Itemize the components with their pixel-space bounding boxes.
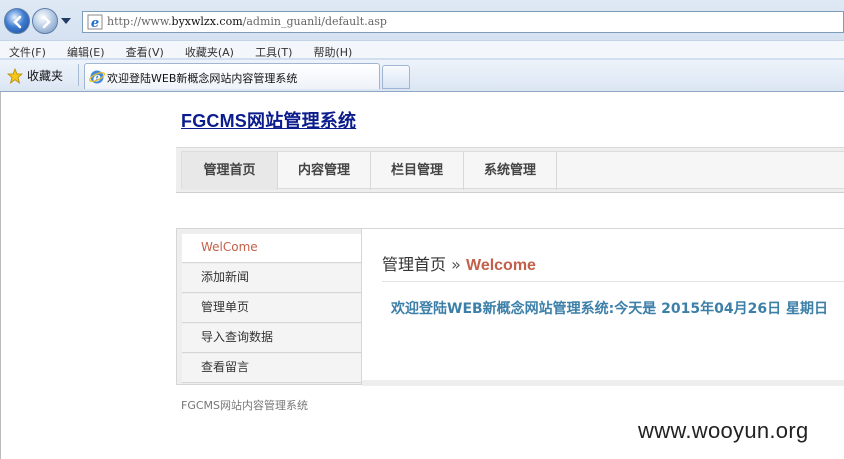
browser-tab[interactable]: e 欢迎登陆WEB新概念网站内容管理系统: [84, 63, 380, 89]
menu-file[interactable]: 文件(F): [0, 42, 53, 60]
sidebar-item-add-news[interactable]: 添加新闻: [182, 264, 362, 293]
history-dropdown-icon[interactable]: [61, 18, 71, 24]
sidebar-menu: WelCome 添加新闻 管理单页 导入查询数据 查看留言: [176, 228, 362, 385]
nav-home[interactable]: 管理首页: [182, 152, 278, 190]
address-url[interactable]: http://www.byxwlzx.com/admin_guanli/defa…: [107, 15, 387, 28]
welcome-message: 欢迎登陆WEB新概念网站管理系统:今天是 2015年04月26日 星期日: [391, 301, 828, 317]
favorites-star-icon[interactable]: [7, 68, 23, 84]
menu-favorites[interactable]: 收藏夹(A): [176, 42, 241, 60]
ie-page-icon: e: [87, 14, 103, 30]
top-navigation: 管理首页 内容管理 栏目管理 系统管理: [176, 147, 844, 193]
forward-arrow-icon: [42, 15, 51, 29]
main-panel-body: 管理首页 » Welcome 欢迎登陆WEB新概念网站管理系统:今天是 2015…: [362, 229, 844, 380]
menu-edit[interactable]: 编辑(E): [58, 42, 112, 60]
breadcrumb-current: Welcome: [466, 257, 536, 274]
menu-tools[interactable]: 工具(T): [246, 42, 299, 60]
breadcrumb-home: 管理首页: [382, 255, 447, 274]
site-title-link[interactable]: FGCMS网站管理系统: [181, 107, 356, 133]
browser-nav-row: e http://www.byxwlzx.com/admin_guanli/de…: [0, 4, 844, 38]
menu-view[interactable]: 查看(V): [117, 42, 171, 60]
sidebar-item-view-messages[interactable]: 查看留言: [182, 354, 362, 383]
favorites-label[interactable]: 收藏夹: [27, 67, 63, 84]
breadcrumb: 管理首页 » Welcome: [382, 251, 536, 275]
nav-content[interactable]: 内容管理: [278, 152, 371, 190]
watermark: www.wooyun.org: [638, 418, 809, 443]
ie-tab-icon: e: [89, 70, 105, 85]
browser-menubar: 文件(F) 编辑(E) 查看(V) 收藏夹(A) 工具(T) 帮助(H): [0, 40, 844, 60]
browser-chrome: e http://www.byxwlzx.com/admin_guanli/de…: [0, 0, 844, 92]
footer-text: FGCMS网站内容管理系统: [181, 399, 309, 412]
forward-button[interactable]: [32, 8, 58, 34]
sidebar-item-manage-pages[interactable]: 管理单页: [182, 294, 362, 323]
nav-columns[interactable]: 栏目管理: [371, 152, 464, 190]
panel-divider: [382, 281, 844, 282]
main-panel: 管理首页 » Welcome 欢迎登陆WEB新概念网站管理系统:今天是 2015…: [361, 228, 844, 386]
back-arrow-icon: [13, 15, 22, 29]
top-navigation-inner: 管理首页 内容管理 栏目管理 系统管理: [181, 151, 844, 190]
page-viewport: FGCMS网站管理系统 管理首页 内容管理 栏目管理 系统管理 WelCome …: [0, 92, 844, 459]
new-tab-button[interactable]: [382, 65, 410, 89]
breadcrumb-separator: »: [451, 255, 461, 274]
sidebar-item-welcome[interactable]: WelCome: [182, 234, 362, 263]
back-button[interactable]: [4, 8, 30, 34]
favorites-divider: [78, 64, 79, 86]
nav-system[interactable]: 系统管理: [464, 152, 557, 190]
tab-title: 欢迎登陆WEB新概念网站内容管理系统: [107, 72, 298, 85]
sidebar-item-import-data[interactable]: 导入查询数据: [182, 324, 362, 353]
menu-help[interactable]: 帮助(H): [304, 42, 359, 60]
main-panel-bottom-bar: [362, 380, 844, 386]
favorites-bar: 收藏夹 e 欢迎登陆WEB新概念网站内容管理系统: [0, 60, 844, 91]
address-bar[interactable]: e http://www.byxwlzx.com/admin_guanli/de…: [82, 11, 844, 33]
svg-text:e: e: [91, 16, 99, 30]
